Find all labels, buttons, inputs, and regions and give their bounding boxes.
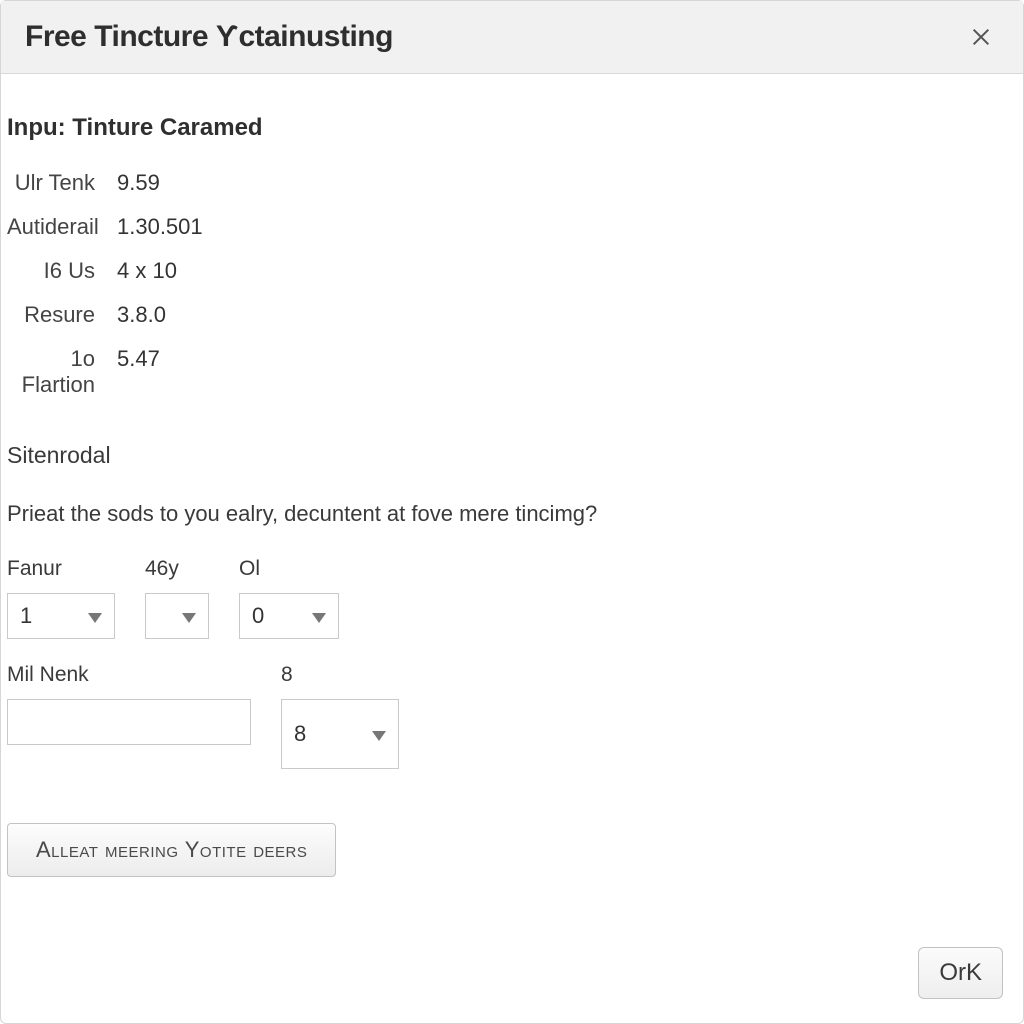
chevron-down-icon: [88, 603, 102, 629]
field-mil-nenk: Mil Nenk: [7, 663, 251, 769]
info-label: Ulr Tenk: [7, 170, 117, 196]
close-button[interactable]: [963, 19, 999, 55]
dialog-body: Inpu: Tinture Caramed Ulr Tenk 9.59 Auti…: [1, 74, 1023, 1023]
field-fanur: Fanur 1: [7, 557, 115, 639]
info-label: Resure: [7, 302, 117, 328]
fanur-select[interactable]: 1: [7, 593, 115, 639]
form-row-2: Mil Nenk 8 8: [7, 663, 1017, 769]
ol-value: 0: [252, 603, 264, 629]
dialog-footer: OrK: [918, 947, 1003, 999]
info-row: 1o Flartion 5.47: [7, 346, 1017, 398]
info-label: 1o Flartion: [7, 346, 117, 398]
info-value: 1.30.501: [117, 214, 203, 240]
mil-nenk-label: Mil Nenk: [7, 663, 251, 687]
input-section-heading: Inpu: Tinture Caramed: [7, 114, 1017, 142]
prompt-text: Prieat the sods to you ealry, decuntent …: [7, 501, 1017, 527]
info-table: Ulr Tenk 9.59 Autiderail 1.30.501 I6 Us …: [7, 170, 1017, 398]
info-value: 3.8.0: [117, 302, 166, 328]
dialog-window: Free Tincture Ƴctainusting Inpu: Tinture…: [0, 0, 1024, 1024]
ol-select[interactable]: 0: [239, 593, 339, 639]
chevron-down-icon: [182, 603, 196, 629]
info-row: Autiderail 1.30.501: [7, 214, 1017, 240]
eight-select[interactable]: 8: [281, 699, 399, 769]
info-row: Ulr Tenk 9.59: [7, 170, 1017, 196]
info-row: Resure 3.8.0: [7, 302, 1017, 328]
field-ol: Ol 0: [239, 557, 339, 639]
eight-value: 8: [294, 721, 306, 747]
alleat-meering-button[interactable]: Alleat meering Yotite deers: [7, 823, 336, 877]
titlebar: Free Tincture Ƴctainusting: [1, 1, 1023, 74]
fanur-value: 1: [20, 603, 32, 629]
fanur-label: Fanur: [7, 557, 115, 581]
close-icon: [970, 26, 992, 48]
dialog-title: Free Tincture Ƴctainusting: [25, 20, 393, 54]
mil-nenk-input[interactable]: [7, 699, 251, 745]
f46y-select[interactable]: [145, 593, 209, 639]
info-label: I6 Us: [7, 258, 117, 284]
info-value: 9.59: [117, 170, 160, 196]
info-row: I6 Us 4 x 10: [7, 258, 1017, 284]
form-row-1: Fanur 1 46y Ol: [7, 557, 1017, 639]
ol-label: Ol: [239, 557, 339, 581]
info-label: Autiderail: [7, 214, 117, 240]
chevron-down-icon: [312, 603, 326, 629]
info-value: 5.47: [117, 346, 160, 372]
info-value: 4 x 10: [117, 258, 177, 284]
field-46y: 46y: [145, 557, 209, 639]
field-eight: 8 8: [281, 663, 399, 769]
chevron-down-icon: [372, 721, 386, 747]
f46y-label: 46y: [145, 557, 209, 581]
sub-heading: Sitenrodal: [7, 442, 1017, 469]
eight-label: 8: [281, 663, 399, 687]
ok-button[interactable]: OrK: [918, 947, 1003, 999]
